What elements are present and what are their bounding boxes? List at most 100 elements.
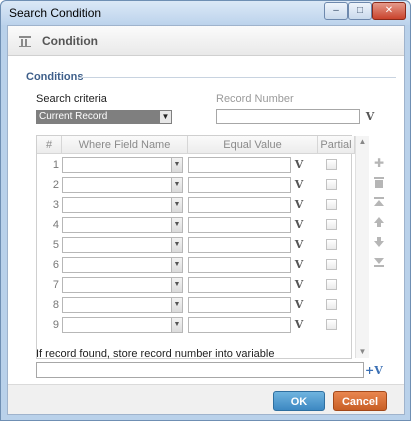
table-row: 4 ▼ V: [37, 215, 351, 235]
ok-button[interactable]: OK: [273, 391, 325, 411]
table-row: 8 ▼ V: [37, 295, 351, 315]
partial-checkbox[interactable]: [326, 239, 337, 250]
chevron-down-icon[interactable]: ▼: [171, 218, 182, 232]
close-button[interactable]: ✕: [372, 2, 406, 20]
dialog-header-title: Condition: [42, 34, 98, 48]
maximize-button[interactable]: □: [348, 2, 372, 20]
value-variable-button[interactable]: V: [292, 297, 306, 312]
equal-value-input[interactable]: [188, 197, 291, 213]
column-header-partial: Partial: [318, 136, 355, 154]
field-name-select[interactable]: ▼: [62, 177, 183, 193]
table-row: 2 ▼ V: [37, 175, 351, 195]
row-number: 9: [52, 319, 59, 331]
field-name-select[interactable]: ▼: [62, 257, 183, 273]
field-name-select[interactable]: ▼: [62, 277, 183, 293]
add-icon[interactable]: ✚: [372, 156, 386, 170]
equal-value-input[interactable]: [188, 157, 291, 173]
window-title: Search Condition: [9, 6, 102, 20]
partial-checkbox[interactable]: [326, 159, 337, 170]
table-row: 1 ▼ V: [37, 155, 351, 175]
equal-value-input[interactable]: [188, 297, 291, 313]
partial-checkbox[interactable]: [326, 259, 337, 270]
minimize-button[interactable]: –: [324, 2, 348, 20]
value-variable-button[interactable]: V: [292, 317, 306, 332]
row-number: 6: [52, 259, 59, 271]
chevron-down-icon[interactable]: ▼: [171, 238, 182, 252]
partial-checkbox[interactable]: [326, 319, 337, 330]
field-name-select[interactable]: ▼: [62, 317, 183, 333]
column-header-equal-value: Equal Value: [188, 136, 318, 154]
row-number: 3: [52, 199, 59, 211]
delete-icon[interactable]: [372, 176, 386, 190]
value-variable-button[interactable]: V: [292, 217, 306, 232]
table-row: 5 ▼ V: [37, 235, 351, 255]
conditions-section-label: Conditions: [26, 71, 84, 83]
grid-scrollbar[interactable]: ▲ ▼: [355, 136, 369, 358]
record-number-input[interactable]: [216, 109, 360, 124]
move-down-icon[interactable]: [372, 236, 386, 250]
column-header-number: #: [37, 136, 62, 154]
table-row: 3 ▼ V: [37, 195, 351, 215]
store-variable-button[interactable]: +V: [365, 363, 383, 378]
chevron-down-icon[interactable]: ▼: [159, 111, 171, 123]
equal-value-input[interactable]: [188, 257, 291, 273]
row-number: 8: [52, 299, 59, 311]
value-variable-button[interactable]: V: [292, 237, 306, 252]
equal-value-input[interactable]: [188, 177, 291, 193]
column-header-field-name: Where Field Name: [62, 136, 188, 154]
search-criteria-label: Search criteria: [36, 93, 107, 105]
table-row: 6 ▼ V: [37, 255, 351, 275]
record-number-label: Record Number: [216, 93, 294, 105]
equal-value-input[interactable]: [188, 237, 291, 253]
search-criteria-value: Current Record: [39, 111, 108, 122]
partial-checkbox[interactable]: [326, 299, 337, 310]
section-divider: [78, 77, 396, 78]
partial-checkbox[interactable]: [326, 179, 337, 190]
conditions-grid: # Where Field Name Equal Value Partial 1…: [36, 135, 369, 359]
search-condition-window: Search Condition – □ ✕ Condition Conditi…: [0, 0, 411, 421]
field-name-select[interactable]: ▼: [62, 157, 183, 173]
field-name-select[interactable]: ▼: [62, 197, 183, 213]
store-variable-input[interactable]: [36, 362, 364, 378]
row-number: 4: [52, 219, 59, 231]
search-criteria-select[interactable]: Current Record ▼: [36, 110, 172, 124]
equal-value-input[interactable]: [188, 317, 291, 333]
value-variable-button[interactable]: V: [292, 197, 306, 212]
chevron-down-icon[interactable]: ▼: [171, 198, 182, 212]
partial-checkbox[interactable]: [326, 219, 337, 230]
field-name-select[interactable]: ▼: [62, 237, 183, 253]
value-variable-button[interactable]: V: [292, 157, 306, 172]
move-top-icon[interactable]: [372, 196, 386, 210]
partial-checkbox[interactable]: [326, 199, 337, 210]
chevron-down-icon[interactable]: ▼: [171, 158, 182, 172]
scroll-up-icon[interactable]: ▲: [356, 136, 369, 148]
cancel-button[interactable]: Cancel: [333, 391, 387, 411]
chevron-down-icon[interactable]: ▼: [171, 298, 182, 312]
store-variable-label: If record found, store record number int…: [36, 348, 275, 360]
chevron-down-icon[interactable]: ▼: [171, 318, 182, 332]
field-name-select[interactable]: ▼: [62, 297, 183, 313]
row-number: 5: [52, 239, 59, 251]
row-number: 7: [52, 279, 59, 291]
row-number: 2: [52, 179, 59, 191]
record-number-variable-button[interactable]: V: [363, 109, 377, 124]
equal-value-input[interactable]: [188, 217, 291, 233]
value-variable-button[interactable]: V: [292, 257, 306, 272]
value-variable-button[interactable]: V: [292, 177, 306, 192]
table-row: 9 ▼ V: [37, 315, 351, 335]
scroll-down-icon[interactable]: ▼: [356, 346, 369, 358]
field-name-select[interactable]: ▼: [62, 217, 183, 233]
table-row: 7 ▼ V: [37, 275, 351, 295]
value-variable-button[interactable]: V: [292, 277, 306, 292]
chevron-down-icon[interactable]: ▼: [171, 258, 182, 272]
move-up-icon[interactable]: [372, 216, 386, 230]
chevron-down-icon[interactable]: ▼: [171, 178, 182, 192]
title-bar[interactable]: Search Condition – □ ✕: [1, 1, 410, 25]
partial-checkbox[interactable]: [326, 279, 337, 290]
chevron-down-icon[interactable]: ▼: [171, 278, 182, 292]
dialog-header: Condition: [8, 26, 404, 56]
equal-value-input[interactable]: [188, 277, 291, 293]
row-number: 1: [52, 159, 59, 171]
condition-icon: [19, 36, 31, 47]
move-bottom-icon[interactable]: [372, 256, 386, 270]
